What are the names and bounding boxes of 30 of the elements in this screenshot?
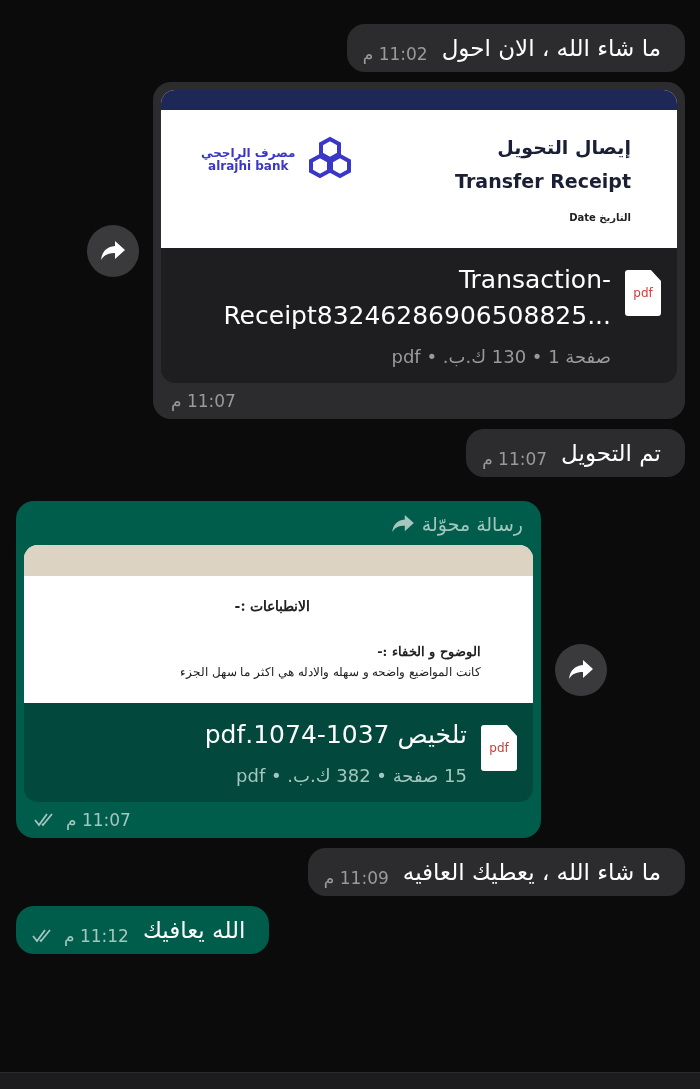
message-time: 11:02 م bbox=[362, 44, 428, 64]
message-time: 11:12 م bbox=[64, 926, 129, 946]
receipt-title: إيصال التحويل bbox=[497, 136, 631, 158]
document-heading: الانطباعات :- bbox=[234, 598, 311, 614]
message-time: 11:07 م bbox=[171, 391, 236, 411]
share-icon bbox=[569, 659, 593, 680]
message-text: الله يعافيك bbox=[142, 916, 246, 945]
message-text: ما شاء الله ، يعطيك العافيه bbox=[402, 858, 661, 887]
document-subheading: الوضوح و الخفاء :- bbox=[376, 644, 481, 659]
document-text: كانت المواضيع واضحه و سهله والادله هي اكثر ما سهل الجزء bbox=[178, 665, 481, 679]
forward-arrow-icon bbox=[391, 515, 414, 533]
receipt-title: Transfer Receipt bbox=[455, 170, 631, 192]
message-text: ما شاء الله ، الان احول bbox=[441, 34, 661, 64]
bank-name: مصرف الراجحي bbox=[201, 146, 296, 160]
message-time: 11:09 م bbox=[323, 868, 389, 888]
file-meta: 15 صفحة • 382 ك.ب. • pdf bbox=[235, 765, 467, 786]
date-label: التاريخ Date bbox=[568, 212, 631, 223]
share-button[interactable] bbox=[555, 643, 607, 696]
pdf-file-icon: pdf bbox=[481, 725, 517, 771]
bank-name: alrajhi bank bbox=[208, 160, 289, 174]
forwarded-label: رسالة محوّلة bbox=[421, 513, 523, 535]
message-time: 11:07 م bbox=[66, 810, 131, 830]
file-name: تلخيص 1037-1074.pdf bbox=[203, 719, 467, 751]
file-meta: صفحة 1 • 130 ك.ب. • pdf bbox=[390, 346, 611, 367]
share-icon bbox=[101, 240, 125, 261]
message-time: 11:07 م bbox=[482, 449, 548, 469]
share-button[interactable] bbox=[87, 224, 139, 277]
message-text: تم التحويل bbox=[561, 439, 661, 469]
pdf-file-icon: pdf bbox=[625, 270, 661, 316]
file-name: Transaction-Receipt83246286906508825... bbox=[222, 264, 611, 332]
